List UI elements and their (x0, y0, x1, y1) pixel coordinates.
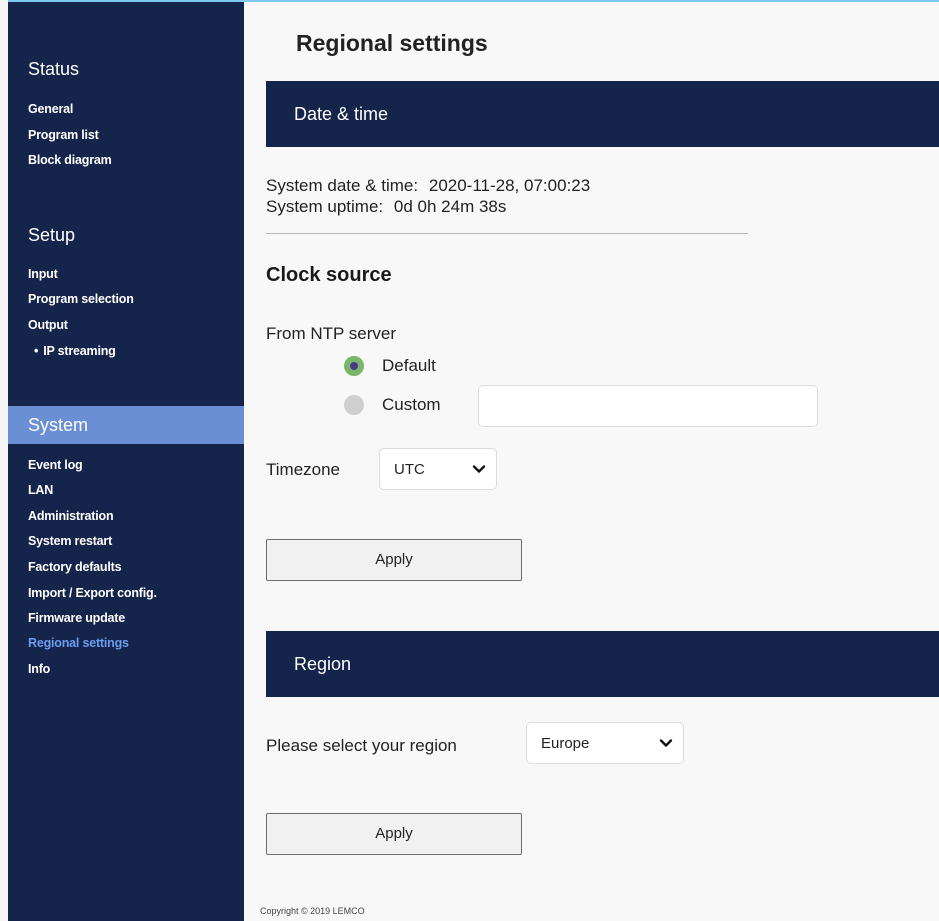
region-value: Europe (541, 735, 590, 752)
sidebar: Status General Program list Block diagra… (8, 2, 244, 921)
system-date-row: System date & time: 2020-11-28, 07:00:23 (266, 176, 590, 196)
sidebar-item-lan[interactable]: LAN (28, 483, 53, 497)
sidebar-item-system-restart[interactable]: System restart (28, 534, 112, 548)
sidebar-item-general[interactable]: General (28, 102, 73, 116)
system-date-value: 2020-11-28, 07:00:23 (428, 176, 591, 195)
copyright-text: Copyright © 2019 LEMCO (260, 906, 365, 916)
ntp-server-label: From NTP server (266, 324, 397, 343)
sidebar-section-setup: Setup (28, 225, 76, 245)
sidebar-item-program-selection[interactable]: Program selection (28, 292, 134, 306)
sidebar-item-output[interactable]: Output (28, 318, 68, 332)
sidebar-item-info[interactable]: Info (28, 662, 50, 676)
date-time-header: Date & time (266, 81, 939, 147)
sidebar-item-factory-defaults[interactable]: Factory defaults (28, 560, 122, 574)
radio-default[interactable] (344, 356, 364, 376)
region-header: Region (266, 631, 939, 697)
system-uptime-label: System uptime: (266, 197, 384, 216)
timezone-value: UTC (394, 461, 425, 478)
sidebar-section-status: Status (28, 59, 80, 79)
sidebar-item-import-export-config[interactable]: Import / Export config. (28, 586, 157, 600)
timezone-label: Timezone (266, 460, 341, 479)
apply-region-button[interactable]: Apply (266, 813, 522, 855)
timezone-select[interactable]: UTC (379, 448, 497, 490)
chevron-down-icon (472, 465, 486, 473)
system-uptime-value: 0d 0h 24m 38s (393, 197, 507, 216)
sidebar-section-system[interactable]: System (8, 406, 244, 444)
sidebar-item-ip-streaming[interactable]: • IP streaming (28, 344, 116, 358)
sidebar-item-regional-settings[interactable]: Regional settings (28, 636, 129, 650)
system-uptime-row: System uptime: 0d 0h 24m 38s (266, 197, 506, 217)
system-date-label: System date & time: (266, 176, 419, 195)
radio-custom[interactable] (344, 395, 364, 415)
region-select[interactable]: Europe (526, 722, 684, 764)
radio-custom-label[interactable]: Custom (382, 395, 441, 415)
custom-ntp-input[interactable] (478, 385, 818, 427)
sidebar-item-block-diagram[interactable]: Block diagram (28, 153, 112, 167)
chevron-down-icon (659, 739, 673, 747)
bullet-icon: • (34, 344, 39, 358)
region-select-label: Please select your region (266, 736, 457, 755)
sidebar-item-firmware-update[interactable]: Firmware update (28, 611, 125, 625)
radio-default-label[interactable]: Default (382, 356, 436, 376)
sidebar-item-program-list[interactable]: Program list (28, 128, 99, 142)
page-title: Regional settings (296, 30, 488, 56)
sidebar-item-label: IP streaming (43, 344, 116, 358)
clock-source-title: Clock source (266, 264, 392, 286)
sidebar-item-input[interactable]: Input (28, 267, 58, 281)
sidebar-item-event-log[interactable]: Event log (28, 458, 83, 472)
sidebar-item-administration[interactable]: Administration (28, 509, 114, 523)
apply-clock-button[interactable]: Apply (266, 539, 522, 581)
left-edge-strip (0, 0, 8, 921)
section-divider (266, 233, 748, 234)
app-window: Status General Program list Block diagra… (0, 0, 939, 921)
main-content: Regional settings Date & time System dat… (244, 2, 939, 921)
